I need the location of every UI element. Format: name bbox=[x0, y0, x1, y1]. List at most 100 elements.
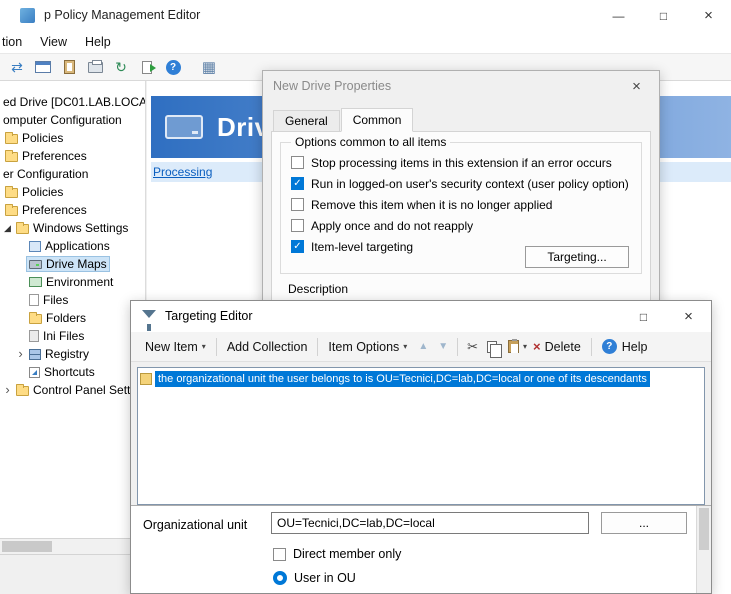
funnel-icon bbox=[142, 310, 156, 318]
expand-arrow-icon[interactable]: › bbox=[2, 383, 13, 397]
tree-item-er-configuration[interactable]: er Configuration bbox=[0, 165, 145, 183]
close-button[interactable]: × bbox=[614, 71, 659, 101]
tree-item-ini-files[interactable]: Ini Files bbox=[15, 327, 145, 345]
tree-item-files[interactable]: Files bbox=[15, 291, 145, 309]
checkbox-run-in-logged[interactable] bbox=[291, 177, 304, 190]
tree-item-policies[interactable]: Policies bbox=[0, 129, 145, 147]
checkbox-label: Apply once and do not reapply bbox=[311, 219, 473, 233]
help-icon: ? bbox=[602, 339, 617, 354]
tree-item-omputer-configuration[interactable]: omputer Configuration bbox=[0, 111, 145, 129]
refresh-button[interactable]: ↻ bbox=[108, 55, 134, 79]
tree-item-preferences[interactable]: Preferences bbox=[0, 147, 145, 165]
tree-item-content: Control Panel Sett bbox=[13, 382, 133, 398]
tree-item-shortcuts[interactable]: Shortcuts bbox=[15, 363, 145, 381]
back-forward-button[interactable]: ⇄ bbox=[4, 55, 30, 79]
tree-item-preferences[interactable]: Preferences bbox=[0, 201, 145, 219]
checkbox-apply-once-and[interactable] bbox=[291, 219, 304, 232]
maximize-button[interactable]: □ bbox=[641, 0, 686, 31]
targeting-items-list: the organizational unit the user belongs… bbox=[137, 367, 705, 505]
tree-item-content: Preferences bbox=[2, 148, 90, 164]
tree-item-control-panel-sett[interactable]: ›Control Panel Sett bbox=[2, 381, 145, 399]
tree-item-ed-drive-dc01-lab-loca[interactable]: ed Drive [DC01.LAB.LOCA bbox=[0, 93, 145, 111]
dialog-title: New Drive Properties bbox=[273, 79, 391, 93]
close-button[interactable]: × bbox=[686, 0, 731, 31]
tree-item-content: Ini Files bbox=[26, 328, 87, 344]
direct-member-only-row: Direct member only bbox=[273, 547, 401, 561]
description-label: Description bbox=[288, 282, 348, 296]
delete-button[interactable]: × Delete bbox=[527, 336, 587, 357]
add-collection-button[interactable]: Add Collection bbox=[221, 337, 314, 357]
processing-link[interactable]: Processing bbox=[153, 165, 212, 179]
drive-maps-header-icon bbox=[165, 115, 203, 139]
list-item[interactable]: the organizational unit the user belongs… bbox=[140, 370, 704, 388]
expand-arrow-icon[interactable]: › bbox=[15, 347, 26, 361]
groupbox-legend: Options common to all items bbox=[291, 135, 450, 149]
table-view-button[interactable]: ▦ bbox=[196, 55, 222, 79]
tree-item-label: Policies bbox=[22, 131, 63, 145]
tree-horizontal-scrollbar[interactable] bbox=[0, 538, 146, 555]
targeting-editor-titlebar: Targeting Editor □ × bbox=[131, 301, 711, 332]
tree-item-policies[interactable]: Policies bbox=[0, 183, 145, 201]
checkbox-stop-processing-items[interactable] bbox=[291, 156, 304, 169]
checkbox-remove-this-item[interactable] bbox=[291, 198, 304, 211]
user-in-ou-radio[interactable] bbox=[273, 571, 287, 585]
direct-member-only-checkbox[interactable] bbox=[273, 548, 286, 561]
scrollbar-thumb[interactable] bbox=[699, 508, 709, 550]
maximize-button[interactable]: □ bbox=[621, 301, 666, 332]
menu-help[interactable]: Help bbox=[76, 33, 120, 51]
drive-icon bbox=[29, 260, 42, 269]
toolbar-separator bbox=[591, 338, 592, 356]
tree-item-content: Drive Maps bbox=[26, 256, 110, 272]
tree-item-applications[interactable]: Applications bbox=[15, 237, 145, 255]
tree-item-label: Preferences bbox=[22, 149, 87, 163]
targeting-editor-dialog: Targeting Editor □ × New Item ▾ Add Coll… bbox=[130, 300, 712, 594]
help-button[interactable]: ? Help bbox=[596, 336, 654, 357]
window-controls: □ × bbox=[621, 301, 711, 332]
tree-item-label: er Configuration bbox=[3, 167, 88, 181]
tree-item-environment[interactable]: Environment bbox=[15, 273, 145, 291]
collapse-arrow-icon[interactable]: ◢ bbox=[2, 223, 13, 234]
cut-icon[interactable]: ✂ bbox=[462, 339, 483, 355]
new-item-button[interactable]: New Item ▾ bbox=[139, 337, 212, 357]
help-button[interactable]: ? bbox=[160, 55, 186, 79]
vertical-scrollbar[interactable] bbox=[696, 506, 711, 593]
tree-item-content: Folders bbox=[26, 310, 89, 326]
add-collection-label: Add Collection bbox=[227, 340, 308, 354]
move-down-icon[interactable]: ▼ bbox=[433, 341, 453, 352]
checkbox-item-level-targeting[interactable] bbox=[291, 240, 304, 253]
minimize-button[interactable]: — bbox=[596, 0, 641, 31]
menu-tion[interactable]: tion bbox=[0, 33, 31, 51]
tree-item-windows-settings[interactable]: ◢ Windows Settings bbox=[2, 219, 145, 237]
targeting-button[interactable]: Targeting... bbox=[525, 246, 629, 268]
close-button[interactable]: × bbox=[666, 301, 711, 332]
registry-icon bbox=[29, 349, 41, 360]
organizational-unit-input[interactable] bbox=[271, 512, 589, 534]
toolbar-separator bbox=[457, 338, 458, 356]
tree-item-registry[interactable]: ›Registry bbox=[15, 345, 145, 363]
console-window-button[interactable] bbox=[30, 55, 56, 79]
maximize-icon: □ bbox=[660, 9, 667, 23]
tab-general[interactable]: General bbox=[273, 110, 340, 132]
export-list-button[interactable] bbox=[134, 55, 160, 79]
tab-common[interactable]: Common bbox=[341, 108, 414, 132]
tree-item-content: Files bbox=[26, 292, 71, 308]
help-icon: ? bbox=[166, 60, 181, 75]
scrollbar-thumb[interactable] bbox=[2, 541, 52, 552]
tree-item-label: Windows Settings bbox=[33, 221, 128, 235]
window-controls: — □ × bbox=[596, 0, 731, 31]
tree-item-drive-maps[interactable]: Drive Maps bbox=[15, 255, 145, 273]
tree-item-content: er Configuration bbox=[0, 166, 91, 182]
option-row: Apply once and do not reapply bbox=[291, 215, 641, 236]
shortcut-icon bbox=[29, 367, 40, 378]
browse-button[interactable]: ... bbox=[601, 512, 687, 534]
tree-item-label: ed Drive [DC01.LAB.LOCA bbox=[3, 95, 146, 109]
menu-view[interactable]: View bbox=[31, 33, 76, 51]
tree-item-folders[interactable]: Folders bbox=[15, 309, 145, 327]
item-options-button[interactable]: Item Options ▾ bbox=[322, 337, 413, 357]
copy-icon[interactable] bbox=[487, 341, 497, 353]
print-button[interactable] bbox=[82, 55, 108, 79]
clipboard-button[interactable] bbox=[56, 55, 82, 79]
move-up-icon[interactable]: ▲ bbox=[413, 341, 433, 352]
paste-icon[interactable] bbox=[508, 340, 519, 353]
app-icon bbox=[20, 8, 35, 23]
